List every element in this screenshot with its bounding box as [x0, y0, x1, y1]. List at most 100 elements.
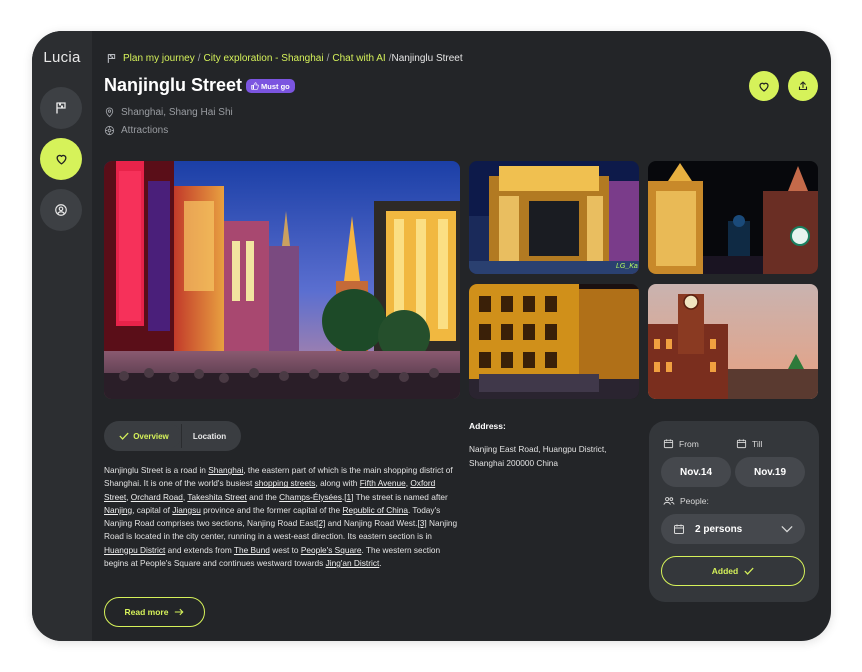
added-label: Added: [711, 566, 739, 576]
attractions-icon: [104, 125, 115, 136]
from-label-row: From: [663, 438, 699, 449]
description-segment: and Nanjing Road West.: [325, 518, 418, 529]
breadcrumb-link-journey[interactable]: Plan my journey: [123, 53, 195, 64]
photo-watermark: LG_Ka: [616, 263, 638, 270]
location-text: Shanghai, Shang Hai Shi: [121, 107, 233, 118]
description-segment: , along with: [315, 478, 360, 489]
breadcrumb-link-city[interactable]: City exploration - Shanghai: [203, 53, 323, 64]
persons-select[interactable]: 2 persons: [661, 514, 805, 544]
description-text: Nanjinglu Street is a road in Shanghai , …: [104, 464, 460, 570]
gallery-photo-4[interactable]: [648, 284, 818, 399]
address-line-2: Shanghai 200000 China: [469, 457, 559, 468]
sidebar-journey-button[interactable]: [40, 87, 82, 129]
till-label: Till: [752, 438, 763, 449]
category-text: Attractions: [121, 125, 169, 136]
main-street-photo[interactable]: [104, 161, 460, 399]
omega-building-image: LG_Ka: [469, 161, 639, 274]
people-icon: [663, 497, 675, 505]
share-icon: [798, 81, 808, 91]
description-link[interactable]: Champs-Élysées: [279, 492, 342, 502]
sidebar-favorites-button[interactable]: [40, 138, 82, 180]
sidebar-profile-button[interactable]: [40, 189, 82, 231]
description-segment: province and the former capital of the: [200, 504, 343, 515]
sidebar: Lucia: [32, 31, 92, 641]
chevron-down-icon: [781, 525, 793, 533]
category-row: Attractions: [104, 125, 168, 136]
heart-icon: [56, 154, 66, 165]
from-label: From: [679, 438, 699, 449]
detail-tabs: Overview Location: [104, 421, 241, 451]
calendar-icon: [674, 524, 684, 534]
calendar-icon: [736, 439, 747, 449]
tab-location-label: Location: [192, 431, 227, 441]
check-icon: [119, 432, 129, 440]
description-segment: , capital of: [132, 504, 173, 515]
clock-tower-image: [648, 284, 818, 399]
read-more-label: Read more: [124, 607, 169, 617]
description-segment: Nanjinglu Street is a road in: [104, 465, 209, 475]
night-skyline-image: [648, 161, 818, 274]
address-text: Nanjing East Road, Huangpu District, Sha…: [469, 443, 639, 470]
breadcrumb-link-chat[interactable]: Chat with AI: [332, 53, 385, 64]
description-segment: .: [379, 558, 382, 569]
check-icon: [744, 567, 754, 575]
page-title: Nanjinglu Street: [104, 75, 243, 95]
tab-overview[interactable]: Overview: [107, 424, 181, 448]
description-link[interactable]: Jing'an District: [326, 558, 380, 568]
description-link[interactable]: Huangpu District: [104, 545, 165, 555]
description-segment: and the: [246, 491, 280, 502]
description-link[interactable]: Shanghai: [208, 465, 243, 475]
must-go-badge: Must go: [246, 79, 295, 93]
description-link[interactable]: Takeshita Street: [187, 492, 247, 502]
gallery-photo-1[interactable]: LG_Ka: [469, 161, 639, 274]
calendar-icon: [663, 439, 674, 449]
description-link[interactable]: People's Square: [301, 545, 362, 555]
persons-value: 2 persons: [695, 523, 743, 535]
flag-icon: [56, 102, 66, 114]
read-more-button[interactable]: Read more: [104, 597, 205, 627]
breadcrumb: Plan my journey / City exploration - Sha…: [106, 53, 463, 64]
people-label-row: People:: [663, 496, 709, 506]
description-link[interactable]: Jiangsu: [172, 505, 201, 515]
share-button[interactable]: [788, 71, 818, 101]
arrow-right-icon: [175, 608, 184, 616]
description-link[interactable]: [2]: [316, 518, 325, 528]
tab-overview-label: Overview: [133, 431, 169, 441]
breadcrumb-separator: /: [197, 53, 201, 64]
description-link[interactable]: Nanjing: [104, 505, 132, 515]
pin-icon: [105, 107, 114, 118]
breadcrumb-separator: /: [326, 53, 330, 64]
gallery-photo-2[interactable]: [648, 161, 818, 274]
favorite-button[interactable]: [749, 71, 779, 101]
address-label: Address:: [469, 421, 506, 431]
booking-panel: From Till Nov.14 Nov.19 People: 2 person…: [649, 421, 819, 602]
breadcrumb-current: Nanjinglu Street: [391, 53, 463, 64]
gallery-photo-3[interactable]: [469, 284, 639, 399]
thumbs-up-icon: [251, 82, 259, 90]
description-segment: west to: [269, 544, 301, 555]
description-segment: and extends from: [165, 544, 234, 555]
main-content: Plan my journey / City exploration - Sha…: [92, 31, 831, 641]
description-segment: The street is named after: [353, 491, 448, 502]
yellow-building-image: [469, 284, 639, 399]
added-button[interactable]: Added: [661, 556, 805, 586]
description-link[interactable]: Republic of China: [342, 505, 408, 515]
description-link[interactable]: [3]: [417, 518, 426, 528]
user-icon: [55, 204, 67, 216]
description-link[interactable]: Fifth Avenue: [360, 478, 406, 488]
from-date-button[interactable]: Nov.14: [661, 457, 731, 487]
till-label-row: Till: [736, 438, 763, 449]
description-link[interactable]: shopping streets: [255, 478, 316, 488]
people-label: People:: [680, 496, 709, 506]
app-window: Lucia Plan my journey / City exploration…: [32, 31, 831, 641]
flag-icon: [107, 54, 116, 63]
street-scene-image: [104, 161, 460, 399]
address-line-1: Nanjing East Road, Huangpu District,: [469, 444, 607, 454]
tab-location[interactable]: Location: [181, 424, 237, 448]
heart-icon: [759, 82, 769, 92]
description-link[interactable]: Orchard Road: [131, 492, 183, 502]
description-link[interactable]: The Bund: [234, 545, 270, 555]
badge-label: Must go: [261, 81, 290, 91]
till-date-button[interactable]: Nov.19: [735, 457, 805, 487]
app-logo: Lucia: [43, 49, 81, 66]
